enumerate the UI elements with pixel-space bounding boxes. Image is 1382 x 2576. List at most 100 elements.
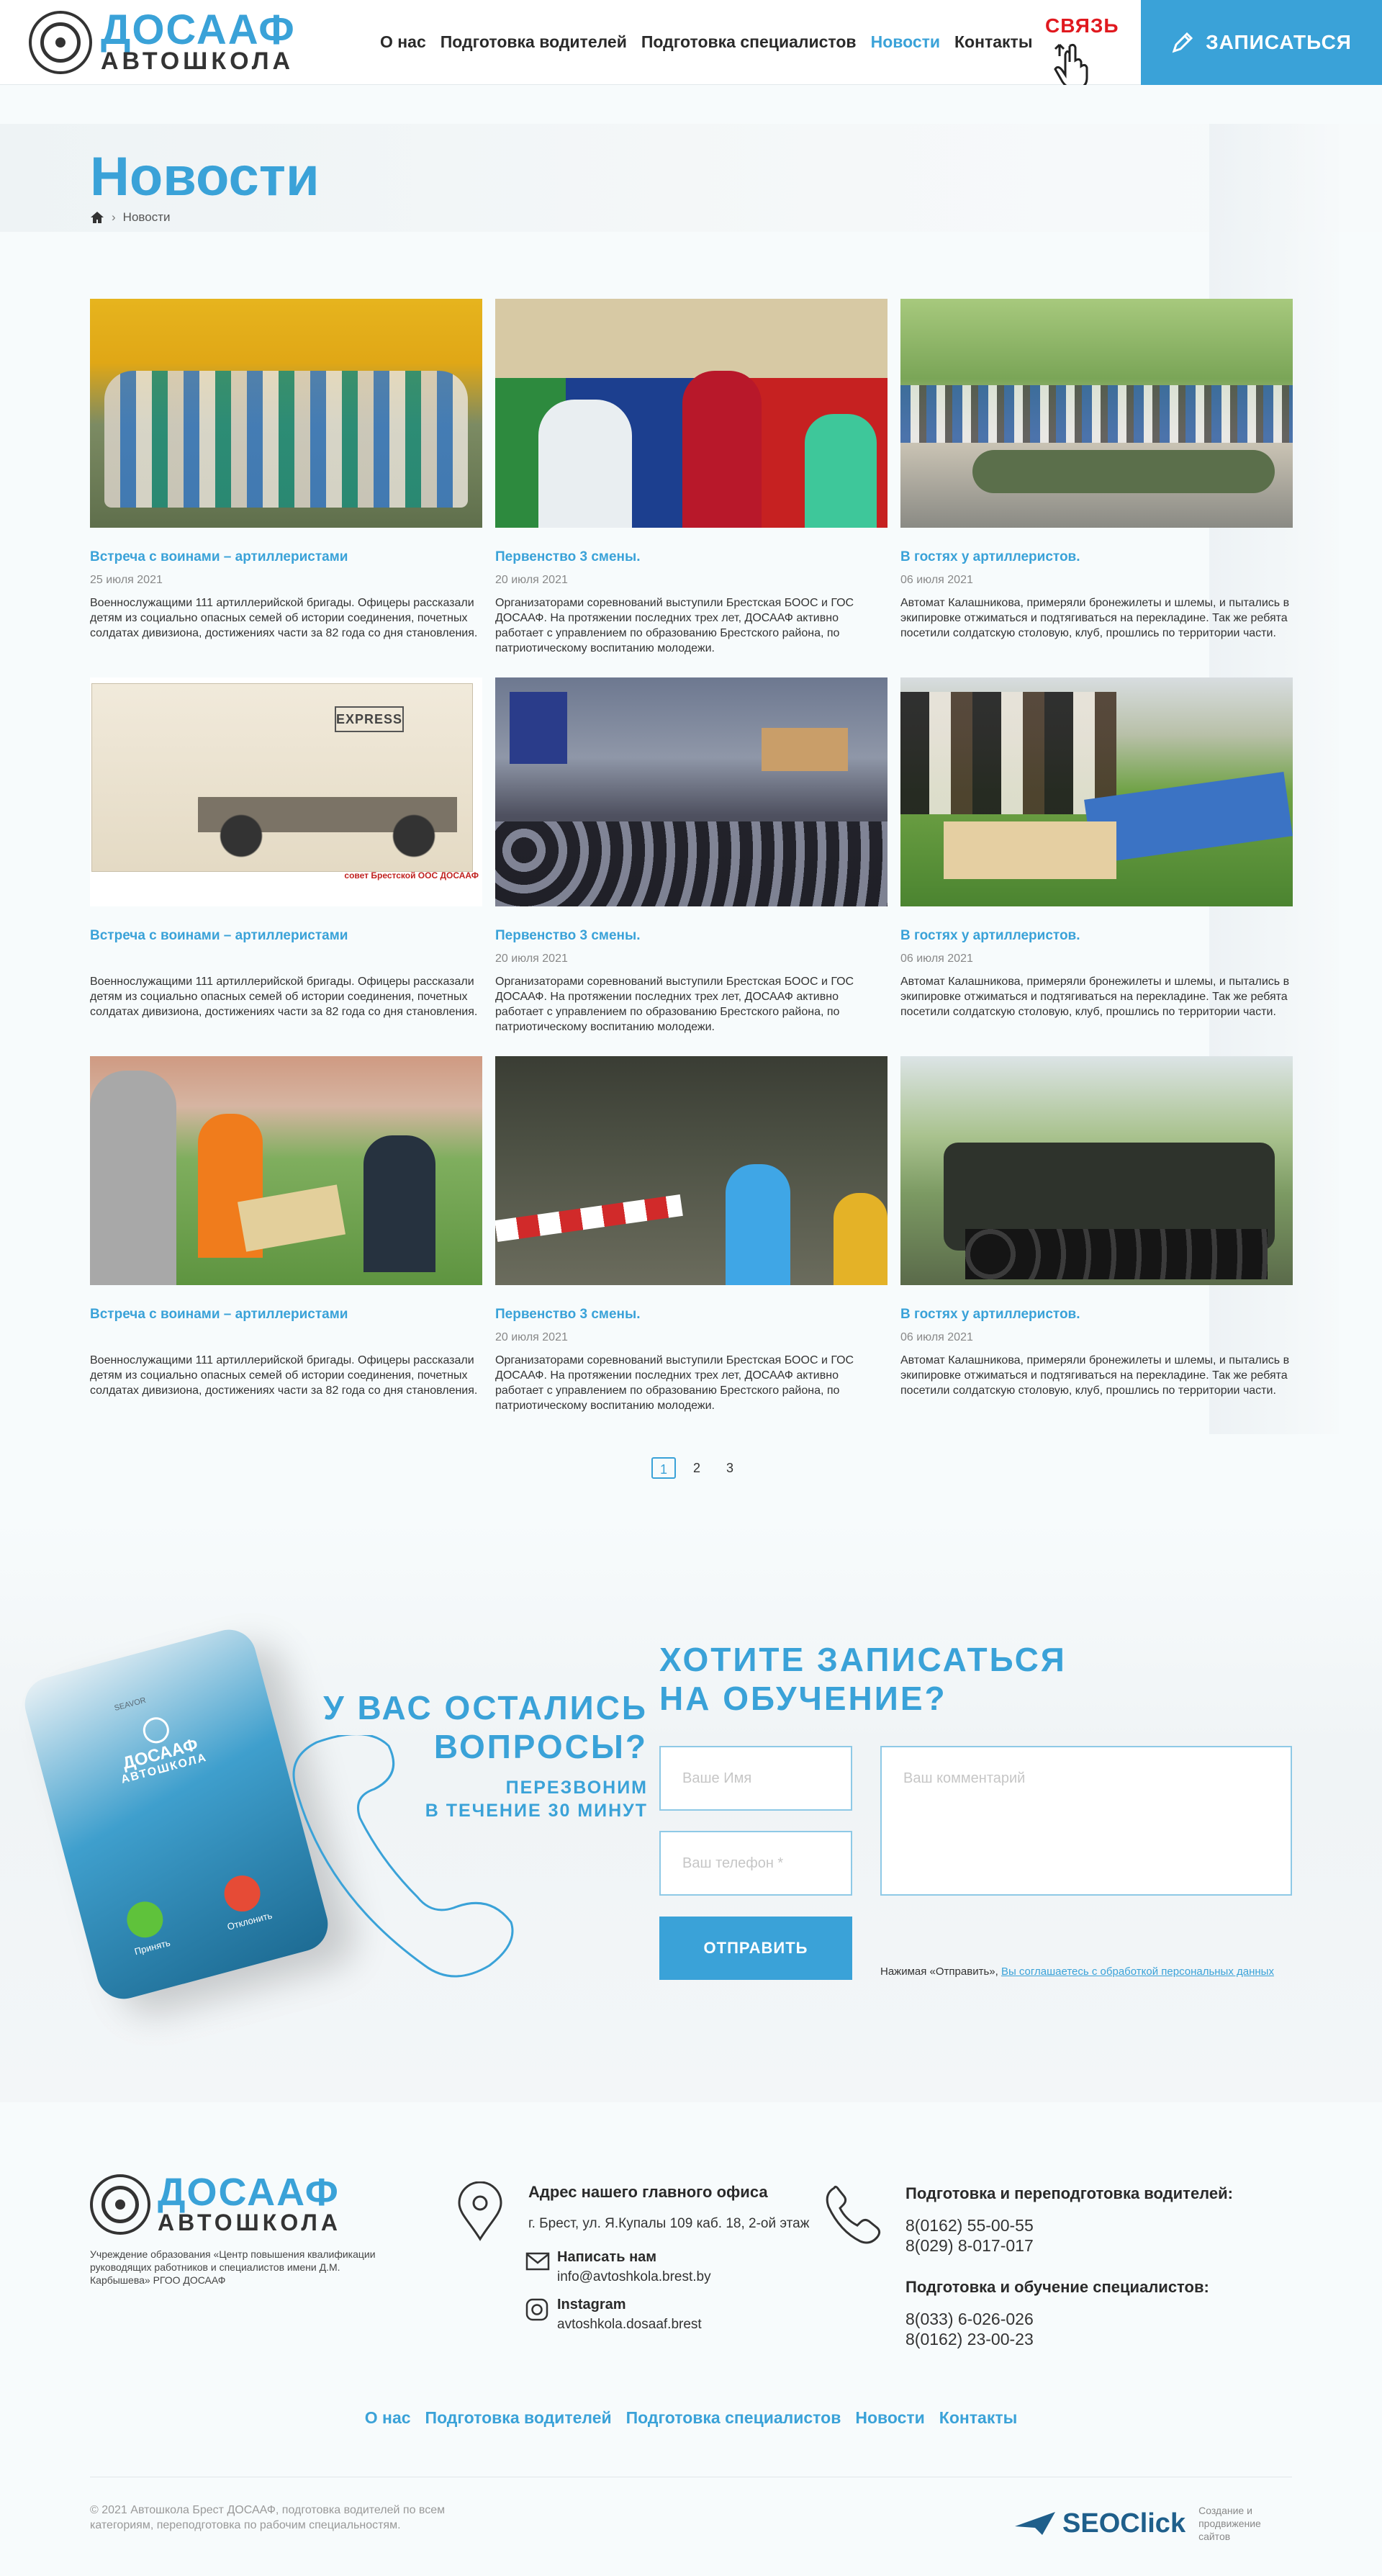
news-image[interactable] xyxy=(900,299,1293,528)
news-title[interactable]: В гостях у артиллеристов. xyxy=(900,549,1293,567)
footer-logo-title: ДОСААФ xyxy=(158,2171,340,2214)
breadcrumb: › Новости xyxy=(90,210,170,225)
logo-title: ДОСААФ xyxy=(101,6,296,53)
news-title[interactable]: Встреча с воинами – артиллеристами xyxy=(90,1307,482,1324)
nav-contacts[interactable]: Контакты xyxy=(954,32,1032,52)
news-image[interactable] xyxy=(900,1056,1293,1285)
drivers-phone-2[interactable]: 8(029) 8-017-017 xyxy=(905,2236,1034,2256)
decline-call-icon xyxy=(220,1871,265,1916)
home-icon[interactable] xyxy=(90,211,104,224)
drivers-phone-1[interactable]: 8(0162) 55-00-55 xyxy=(905,2216,1034,2235)
footer-nav-about[interactable]: О нас xyxy=(365,2408,411,2428)
news-date: 06 июля 2021 xyxy=(900,953,973,965)
page-title: Новости xyxy=(90,146,320,207)
seoclick-logo-icon xyxy=(1015,2512,1055,2535)
nav-news[interactable]: Новости xyxy=(871,32,940,52)
location-pin-icon xyxy=(458,2181,502,2241)
copyright: © 2021 Автошкола Брест ДОСААФ, подготовк… xyxy=(90,2504,446,2531)
news-excerpt: Военнослужащими 111 артиллерийской брига… xyxy=(90,1354,478,1397)
news-image[interactable] xyxy=(900,677,1293,906)
news-date: 20 июля 2021 xyxy=(495,1331,568,1343)
news-date: 06 июля 2021 xyxy=(900,574,973,586)
submit-button[interactable]: ОТПРАВИТЬ xyxy=(659,1917,852,1980)
news-excerpt: Автомат Калашникова, примеряли бронежиле… xyxy=(900,1354,1290,1397)
news-title[interactable]: Встреча с воинами – артиллеристами xyxy=(90,549,482,567)
nav-about[interactable]: О нас xyxy=(380,32,426,52)
callback-line2: ВОПРОСЫ? xyxy=(433,1728,648,1765)
footer-nav-drivers[interactable]: Подготовка водителей xyxy=(425,2408,612,2428)
chevron-right-icon: › xyxy=(112,210,116,224)
news-card[interactable]: Первенство 3 смены. 20 июля 2021 Организ… xyxy=(495,1056,888,1413)
news-image[interactable] xyxy=(495,299,888,528)
news-image[interactable] xyxy=(90,1056,482,1285)
contact-link[interactable]: СВЯЗЬ xyxy=(1045,14,1119,85)
news-excerpt: Автомат Калашникова, примеряли бронежиле… xyxy=(900,976,1290,1018)
news-excerpt: Организаторами соревнований выступили Бр… xyxy=(495,1354,854,1412)
page-3[interactable]: 3 xyxy=(718,1457,742,1479)
news-excerpt: Военнослужащими 111 артиллерийской брига… xyxy=(90,597,478,639)
news-card[interactable]: В гостях у артиллеристов. 06 июля 2021 А… xyxy=(900,1056,1293,1398)
email-link[interactable]: info@avtoshkola.brest.by xyxy=(557,2269,711,2285)
news-date xyxy=(90,1331,482,1346)
header-logo[interactable]: ДОСААФ АВТОШКОЛА xyxy=(29,6,296,75)
footer-nav-news[interactable]: Новости xyxy=(855,2408,924,2428)
news-date: 20 июля 2021 xyxy=(495,953,568,965)
news-card[interactable]: В гостях у артиллеристов. 06 июля 2021 А… xyxy=(900,299,1293,641)
news-image[interactable] xyxy=(495,1056,888,1285)
logo-subtitle: АВТОШКОЛА xyxy=(101,48,294,75)
decline-label: Отклонить xyxy=(225,1909,274,1932)
name-input[interactable]: Ваше Имя xyxy=(659,1746,852,1811)
form-heading: ХОТИТЕ ЗАПИСАТЬСЯ НА ОБУЧЕНИЕ? xyxy=(659,1640,1067,1718)
comment-textarea[interactable]: Ваш комментарий xyxy=(880,1746,1292,1896)
news-date xyxy=(90,953,482,967)
specialists-phone-1[interactable]: 8(033) 6-026-026 xyxy=(905,2310,1034,2329)
phone-label: SEAVOR xyxy=(113,1695,148,1713)
page-2[interactable]: 2 xyxy=(685,1457,709,1479)
news-card[interactable]: Первенство 3 смены. 20 июля 2021 Организ… xyxy=(495,299,888,656)
accept-label: Принять xyxy=(133,1937,172,1958)
news-title[interactable]: Первенство 3 смены. xyxy=(495,928,888,945)
news-title[interactable]: В гостях у артиллеристов. xyxy=(900,1307,1293,1324)
news-excerpt: Автомат Калашникова, примеряли бронежиле… xyxy=(900,597,1290,639)
hand-pointer-icon xyxy=(1054,43,1088,85)
nav-drivers[interactable]: Подготовка водителей xyxy=(441,32,627,52)
news-card[interactable]: В гостях у артиллеристов. 06 июля 2021 А… xyxy=(900,677,1293,1019)
news-date: 20 июля 2021 xyxy=(495,574,568,586)
news-title[interactable]: В гостях у артиллеристов. xyxy=(900,928,1293,945)
news-excerpt: Организаторами соревнований выступили Бр… xyxy=(495,976,854,1033)
news-card[interactable]: Встреча с воинами – артиллеристами Военн… xyxy=(90,1056,482,1398)
specialists-phone-2[interactable]: 8(0162) 23-00-23 xyxy=(905,2330,1034,2349)
news-title[interactable]: Встреча с воинами – артиллеристами xyxy=(90,928,482,945)
news-excerpt: Организаторами соревнований выступили Бр… xyxy=(495,597,854,654)
site-header: ДОСААФ АВТОШКОЛА О нас Подготовка водите… xyxy=(0,0,1382,85)
phone-input[interactable]: Ваш телефон * xyxy=(659,1831,852,1896)
form-title-line2: НА ОБУЧЕНИЕ? xyxy=(659,1680,947,1717)
news-card[interactable]: EXPRESS совет Брестской ООС ДОСААФ Встре… xyxy=(90,677,482,1019)
footer-nav-contacts[interactable]: Контакты xyxy=(939,2408,1017,2428)
instagram-link[interactable]: avtoshkola.dosaaf.brest xyxy=(557,2317,702,2333)
mail-title: Написать нам xyxy=(557,2249,657,2265)
news-image[interactable] xyxy=(90,299,482,528)
callback-line1: У ВАС ОСТАЛИСЬ xyxy=(323,1689,648,1726)
news-card[interactable]: Первенство 3 смены. 20 июля 2021 Организ… xyxy=(495,677,888,1035)
mail-icon xyxy=(525,2252,550,2271)
enroll-button[interactable]: ЗАПИСАТЬСЯ xyxy=(1141,0,1382,85)
news-image[interactable]: EXPRESS совет Брестской ООС ДОСААФ xyxy=(90,677,482,906)
instagram-icon[interactable] xyxy=(525,2298,548,2321)
news-title[interactable]: Первенство 3 смены. xyxy=(495,1307,888,1324)
news-excerpt: Военнослужащими 111 артиллерийской брига… xyxy=(90,976,478,1018)
drivers-title: Подготовка и переподготовка водителей: xyxy=(905,2184,1233,2202)
consent-note: Нажимая «Отправить», Вы соглашаетесь с о… xyxy=(880,1965,1274,1978)
news-card[interactable]: Встреча с воинами – артиллеристами 25 ию… xyxy=(90,299,482,641)
news-title[interactable]: Первенство 3 смены. xyxy=(495,549,888,567)
privacy-link[interactable]: Вы соглашаетесь с обработкой персональны… xyxy=(1001,1965,1274,1978)
news-image[interactable] xyxy=(495,677,888,906)
footer-nav-specialists[interactable]: Подготовка специалистов xyxy=(626,2408,841,2428)
steering-wheel-icon xyxy=(29,11,92,74)
footer-logo-subtitle: АВТОШКОЛА xyxy=(158,2210,341,2235)
developer-credit[interactable]: SEOClick Создание и продвижение сайтов xyxy=(1013,2504,1270,2543)
page-1[interactable]: 1 xyxy=(651,1457,676,1479)
consent-prefix: Нажимая «Отправить», xyxy=(880,1965,1001,1978)
footer-logo[interactable]: ДОСААФ АВТОШКОЛА xyxy=(90,2171,341,2235)
nav-specialists[interactable]: Подготовка специалистов xyxy=(641,32,857,52)
